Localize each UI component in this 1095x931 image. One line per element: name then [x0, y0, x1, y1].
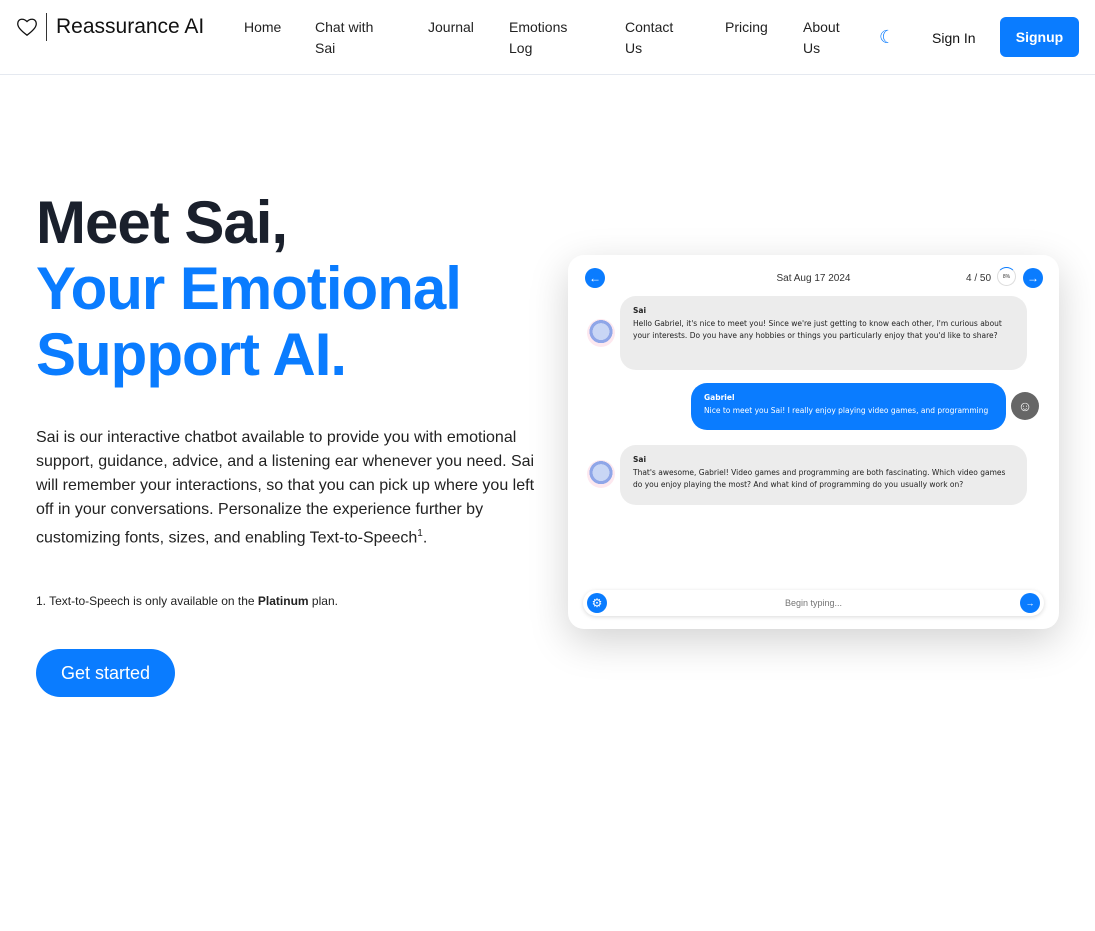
message-count: 4 / 50 — [966, 273, 992, 284]
get-started-button[interactable]: Get started — [36, 649, 175, 697]
brand-name: Reassurance AI — [56, 15, 205, 38]
nav-chat-with-sai[interactable]: Chat with Sai — [315, 17, 395, 59]
nav-home[interactable]: Home — [244, 17, 281, 38]
footnote-suffix: plan. — [308, 594, 338, 608]
nav-emotions-log[interactable]: Emotions Log — [509, 17, 579, 59]
chat-input[interactable] — [613, 594, 1014, 612]
hero-title-line3: Support AI. — [36, 321, 347, 388]
logo-divider — [46, 13, 47, 41]
progress-label: 8% — [1002, 273, 1011, 280]
message-text: Nice to meet you Sai! I really enjoy pla… — [704, 405, 989, 415]
nav-pricing[interactable]: Pricing — [725, 17, 768, 38]
sai-avatar — [587, 460, 615, 488]
hero-title: Meet Sai, Your Emotional Support AI. — [36, 189, 462, 388]
nav-journal[interactable]: Journal — [428, 17, 474, 38]
message-text: That's awesome, Gabriel! Video games and… — [633, 467, 1006, 490]
hero-title-line1: Meet Sai, — [36, 189, 288, 256]
send-arrow-icon[interactable]: → — [1020, 593, 1040, 613]
progress-ring: 8% — [997, 267, 1016, 286]
sender-name: Gabriel — [704, 393, 735, 402]
signup-button[interactable]: Signup — [1000, 17, 1079, 57]
description-end: . — [422, 529, 428, 547]
footnote-plan: Platinum — [257, 594, 309, 608]
next-arrow-icon[interactable]: → — [1023, 268, 1043, 288]
nav-about-us[interactable]: About Us — [803, 17, 853, 59]
description-text: Sai is our interactive chatbot available… — [36, 429, 535, 547]
hero-title-line2: Your Emotional — [36, 255, 462, 322]
heart-icon — [17, 18, 37, 36]
settings-gear-icon[interactable]: ⚙ — [587, 593, 607, 613]
sai-avatar — [587, 319, 615, 347]
chat-preview-card: ← Sat Aug 17 2024 4 / 50 8% → Sai Hello G… — [568, 255, 1059, 629]
sign-in-link[interactable]: Sign In — [932, 30, 976, 46]
user-avatar-icon: ☺ — [1011, 392, 1039, 420]
nav-contact-us[interactable]: Contact Us — [625, 17, 685, 59]
brand-logo[interactable]: Reassurance AI — [16, 13, 204, 41]
message-text: Hello Gabriel, it's nice to meet you! Si… — [633, 318, 1002, 341]
dark-mode-moon-icon[interactable]: ☾ — [879, 28, 895, 46]
footnote-prefix: 1. Text-to-Speech is only available on t… — [36, 594, 258, 608]
hero-description: Sai is our interactive chatbot available… — [36, 426, 536, 550]
footnote: 1. Text-to-Speech is only available on t… — [36, 594, 338, 608]
message-bubble-user: Gabriel Nice to meet you Sai! I really en… — [691, 383, 1006, 430]
sender-name: Sai — [633, 306, 647, 315]
message-bubble-sai: Sai That's awesome, Gabriel! Video games … — [620, 445, 1027, 505]
chat-input-bar: ⚙ → — [583, 590, 1044, 616]
sender-name: Sai — [633, 455, 647, 464]
top-nav: Reassurance AI Home Chat with Sai Journa… — [0, 0, 1095, 75]
message-bubble-sai: Sai Hello Gabriel, it's nice to meet you!… — [620, 296, 1027, 370]
